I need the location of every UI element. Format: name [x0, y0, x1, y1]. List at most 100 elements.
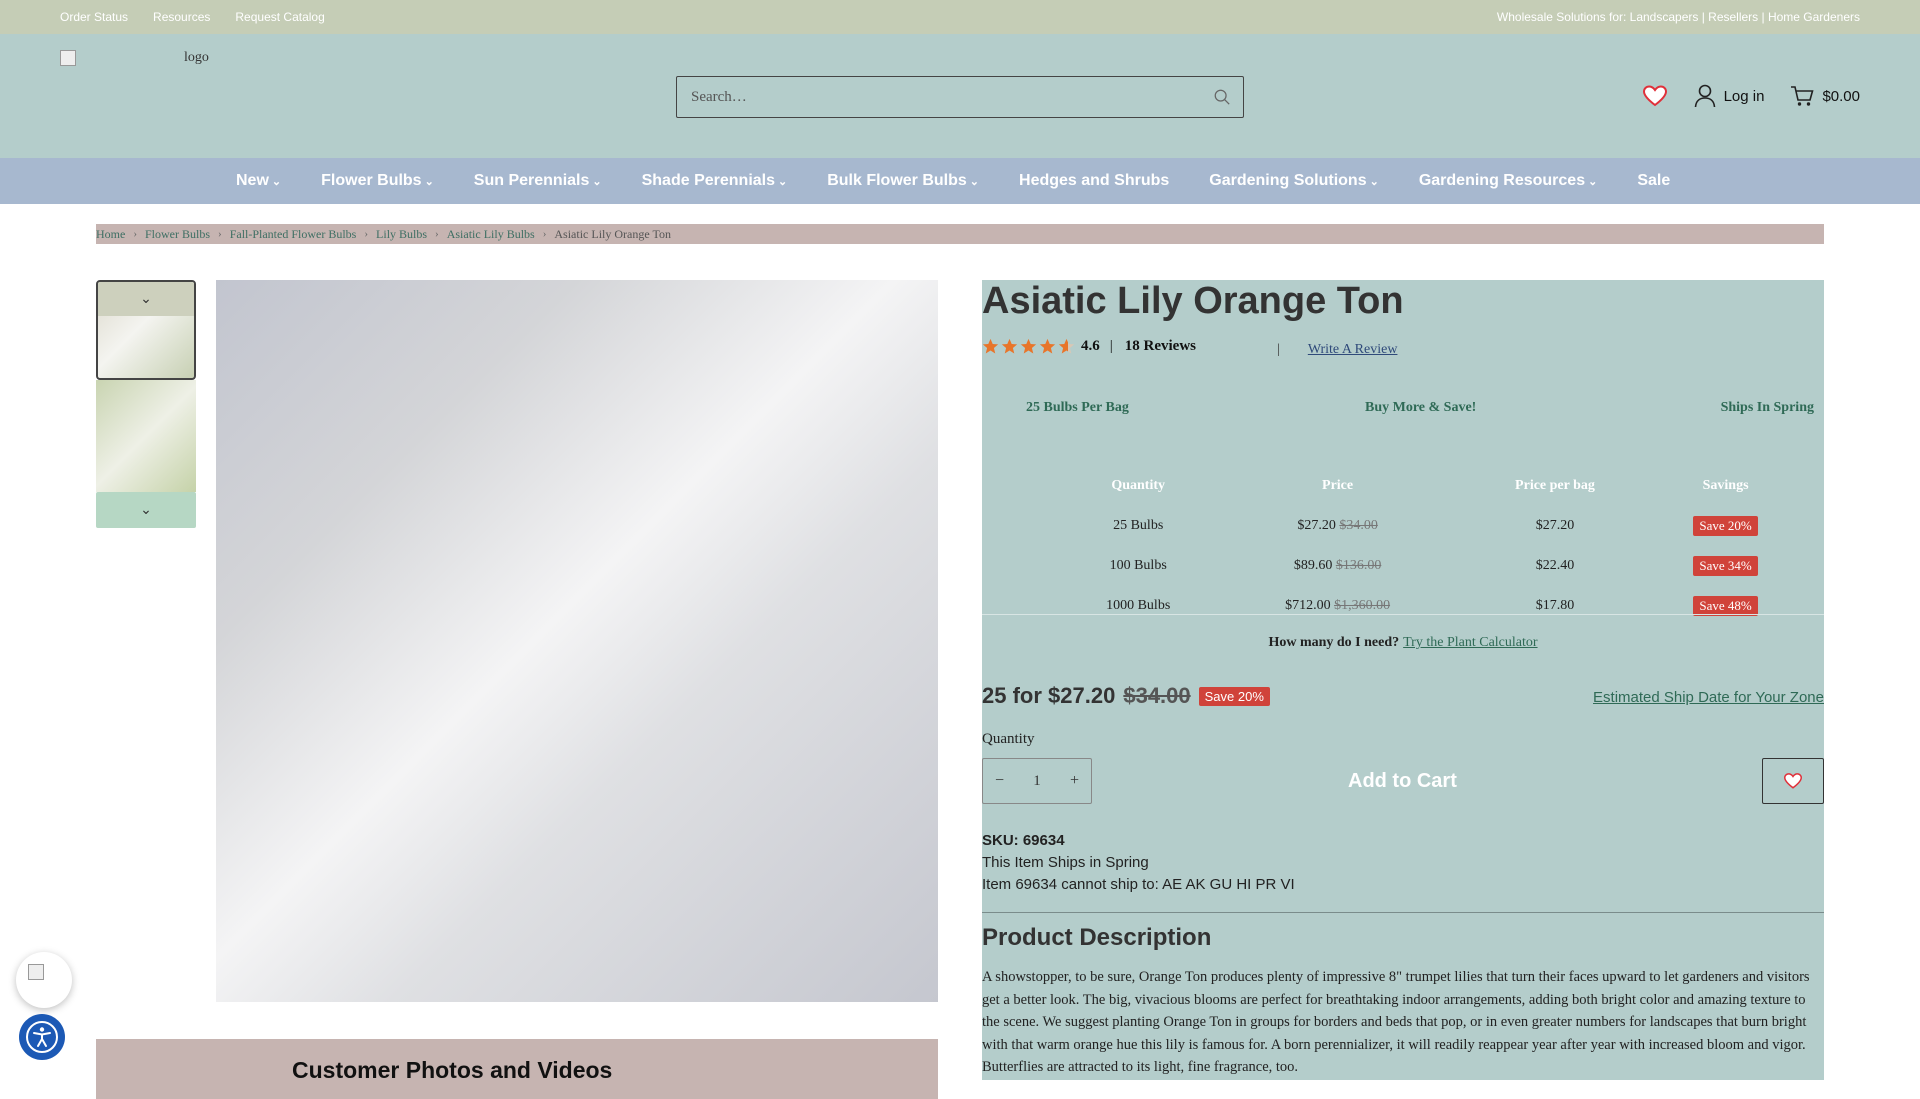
- tier-sale-price: $89.60: [1293, 558, 1333, 573]
- resources-link[interactable]: Resources: [153, 10, 210, 24]
- pricing-header-row: Quantity Price Price per bag Savings: [1062, 466, 1802, 506]
- tier-qty: 1000 Bulbs: [1106, 598, 1171, 613]
- feature-bulbs-per-bag: 25 Bulbs Per Bag: [1026, 400, 1129, 415]
- chevron-down-icon: ⌄: [140, 291, 152, 307]
- col-quantity: Quantity: [1111, 478, 1166, 493]
- tier-sale-price: $27.20: [1297, 518, 1336, 533]
- nav-item-label: Sale: [1637, 172, 1671, 189]
- rating-score: 4.6: [1081, 338, 1100, 354]
- utility-links: Order Status Resources Request Catalog: [60, 10, 325, 24]
- nav-item-label: Gardening Resources: [1418, 172, 1586, 189]
- thumbnail-1[interactable]: ⌄: [96, 280, 196, 380]
- chevron-down-icon: ⌄: [1588, 175, 1598, 188]
- tier-price: $89.60 $136.00: [1214, 546, 1460, 586]
- accessibility-button[interactable]: [19, 1014, 65, 1060]
- wishlist-heart-icon[interactable]: [1642, 84, 1668, 108]
- shipping-restriction: Item 69634 cannot ship to: AE AK GU HI P…: [982, 876, 1295, 893]
- chevron-down-icon: ⌄: [140, 502, 152, 518]
- price-savings-badge: Save 20%: [1198, 686, 1270, 706]
- tier-savings: Save 34%: [1649, 546, 1802, 586]
- nav-item-hedges-and-shrubs[interactable]: Hedges and Shrubs: [1019, 172, 1169, 190]
- nav-item-bulk-flower-bulbs[interactable]: Bulk Flower Bulbs ⌄: [827, 172, 979, 190]
- description-heading: Product Description: [982, 924, 1212, 951]
- site-header: logo Log in $0.00: [0, 34, 1920, 158]
- nav-item-label: Sun Perennials: [473, 172, 590, 189]
- user-icon: [1694, 84, 1715, 108]
- add-to-wishlist-button[interactable]: [1762, 758, 1824, 804]
- cart-link[interactable]: $0.00: [1790, 85, 1860, 107]
- price-value: $27.20: [1048, 683, 1116, 708]
- breadcrumb: Home › Flower Bulbs › Fall-Planted Flower …: [96, 224, 1824, 244]
- nav-item-flower-bulbs[interactable]: Flower Bulbs ⌄: [321, 172, 434, 190]
- add-to-cart-button[interactable]: Add to Cart: [1348, 770, 1457, 793]
- tier-per-bag: $17.80: [1535, 598, 1575, 613]
- nav-item-sale[interactable]: Sale: [1637, 172, 1670, 190]
- logo-alt-text: logo: [184, 50, 209, 65]
- order-status-link[interactable]: Order Status: [60, 10, 128, 24]
- breadcrumb-home[interactable]: Home: [96, 227, 125, 242]
- rating-stars: [982, 338, 1075, 355]
- minus-icon[interactable]: −: [995, 772, 1004, 790]
- feature-buy-more: Buy More & Save!: [1365, 400, 1477, 415]
- tier-qty: 100 Bulbs: [1109, 558, 1167, 573]
- plant-calculator-link[interactable]: Try the Plant Calculator: [1403, 635, 1537, 650]
- star-icon: [1001, 338, 1018, 354]
- ship-date-link[interactable]: Estimated Ship Date for Your Zone: [1593, 689, 1824, 706]
- tier-savings: Save 20%: [1649, 506, 1802, 546]
- tier-was-price: $34.00: [1339, 518, 1378, 533]
- nav-item-label: Shade Perennials: [641, 172, 775, 189]
- breadcrumb-flower-bulbs[interactable]: Flower Bulbs: [145, 227, 210, 242]
- review-count[interactable]: 18 Reviews: [1125, 338, 1196, 355]
- quantity-stepper: − +: [982, 758, 1092, 804]
- thumbnail-2[interactable]: [96, 380, 196, 492]
- feature-ships-in-spring: Ships In Spring: [1720, 400, 1814, 415]
- table-row[interactable]: 25 Bulbs $27.20 $34.00 $27.20 Save 20%: [1062, 506, 1802, 546]
- main-nav: New ⌄ Flower Bulbs ⌄ Sun Perennials ⌄ Shade…: [0, 158, 1920, 204]
- request-catalog-link[interactable]: Request Catalog: [235, 10, 324, 24]
- nav-item-sun-perennials[interactable]: Sun Perennials ⌄: [474, 172, 602, 190]
- quantity-label: Quantity: [982, 731, 1035, 747]
- broken-image-icon: [60, 50, 76, 66]
- thumb-scroll-up-button[interactable]: ⌄: [98, 282, 194, 316]
- write-review-link[interactable]: Write A Review: [1308, 342, 1398, 357]
- top-utility-bar: Order Status Resources Request Catalog W…: [0, 0, 1920, 34]
- plus-icon[interactable]: +: [1070, 772, 1079, 790]
- main-product-image[interactable]: [216, 280, 938, 1002]
- quantity-input[interactable]: [1022, 771, 1052, 791]
- tier-price: $27.20 $34.00: [1214, 506, 1460, 546]
- table-row[interactable]: 1000 Bulbs $712.00 $1,360.00 $17.80 Save…: [1062, 586, 1802, 626]
- star-icon: [1039, 338, 1056, 354]
- nav-item-new[interactable]: New ⌄: [236, 172, 281, 190]
- site-logo[interactable]: logo: [60, 50, 220, 110]
- chevron-right-icon: ›: [435, 228, 439, 240]
- was-price: $34.00: [1123, 683, 1191, 708]
- customer-photos-section: Customer Photos and Videos: [96, 1039, 938, 1099]
- breadcrumb-asiatic-lily-bulbs[interactable]: Asiatic Lily Bulbs: [447, 227, 535, 242]
- thumbnail-strip: ⌄ ⌄: [96, 280, 196, 528]
- chat-widget-button[interactable]: [16, 952, 72, 1008]
- product-rating[interactable]: 4.6 | 18 Reviews: [982, 338, 1196, 355]
- breadcrumb-current: Asiatic Lily Orange Ton: [554, 226, 671, 241]
- breadcrumb-fall-planted[interactable]: Fall-Planted Flower Bulbs: [230, 227, 357, 242]
- search-icon[interactable]: [1213, 88, 1231, 106]
- nav-item-gardening-solutions[interactable]: Gardening Solutions ⌄: [1209, 172, 1379, 190]
- login-link[interactable]: Log in: [1694, 84, 1764, 108]
- header-actions: Log in $0.00: [1642, 84, 1860, 108]
- thumb-scroll-down-button[interactable]: ⌄: [96, 492, 196, 528]
- section-divider: [982, 912, 1824, 913]
- tier-sale-price: $712.00: [1285, 598, 1331, 613]
- col-price: Price: [1322, 478, 1354, 493]
- nav-item-label: Flower Bulbs: [321, 172, 422, 189]
- plant-calculator-prompt: How many do I need? Try the Plant Calcula…: [982, 635, 1824, 651]
- star-half-icon: [1058, 338, 1075, 354]
- search-input[interactable]: [689, 87, 1189, 107]
- table-row[interactable]: 100 Bulbs $89.60 $136.00 $22.40 Save 34%: [1062, 546, 1802, 586]
- current-price: 25 for $27.20 $34.00 Save 20%: [982, 683, 1270, 709]
- calc-question: How many do I need?: [1268, 635, 1400, 650]
- chevron-right-icon: ›: [364, 228, 369, 240]
- nav-item-shade-perennials[interactable]: Shade Perennials ⌄: [642, 172, 788, 190]
- breadcrumb-lily-bulbs[interactable]: Lily Bulbs: [376, 227, 427, 242]
- chevron-down-icon: ⌄: [424, 175, 434, 188]
- sku-info: SKU: 69634 This Item Ships in Spring Ite…: [982, 830, 1295, 896]
- nav-item-gardening-resources[interactable]: Gardening Resources ⌄: [1419, 172, 1598, 190]
